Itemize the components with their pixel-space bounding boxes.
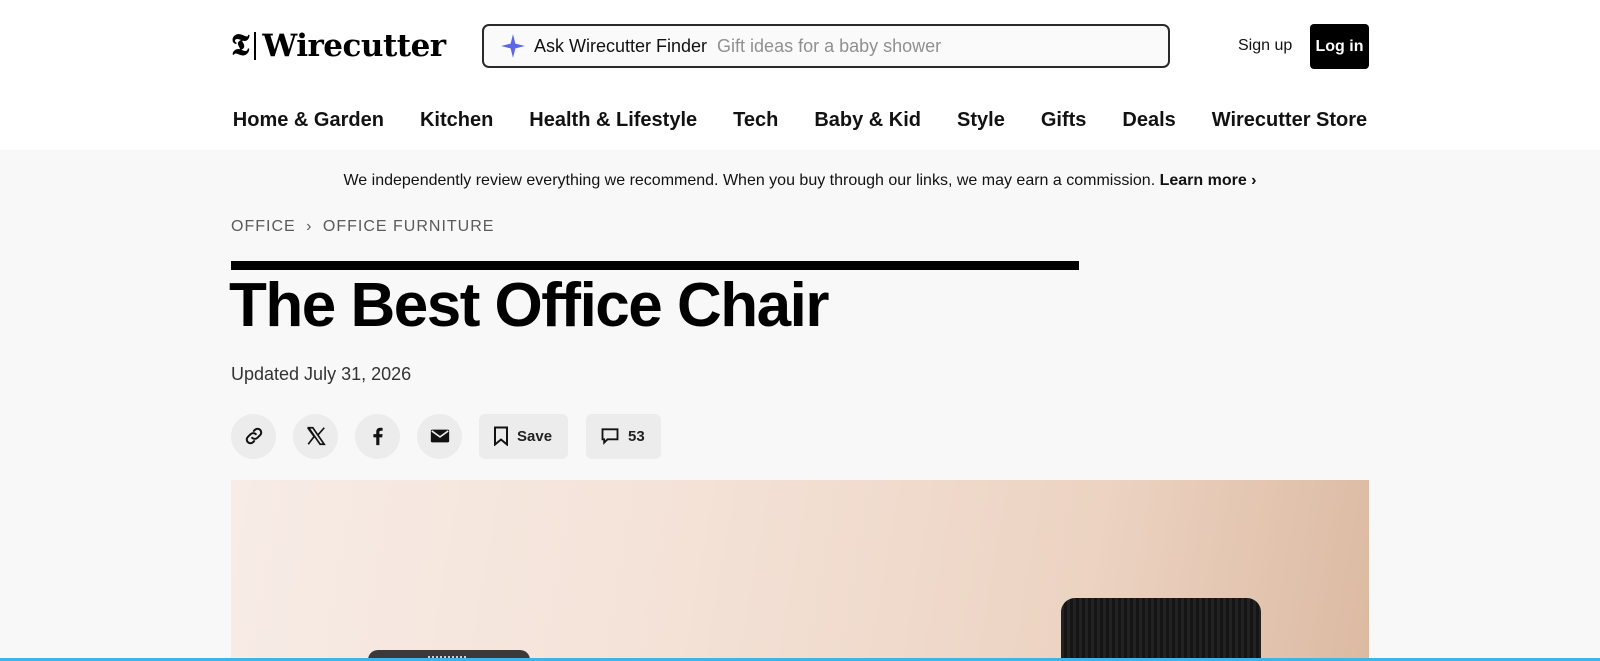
x-icon bbox=[306, 426, 326, 446]
search-box[interactable]: Ask Wirecutter Finder bbox=[482, 24, 1170, 68]
nav-item-wirecutter-store[interactable]: Wirecutter Store bbox=[1194, 100, 1385, 140]
share-facebook-button[interactable] bbox=[355, 413, 400, 459]
sparkle-icon bbox=[501, 34, 525, 58]
main-nav: Home & Garden Kitchen Health & Lifestyle… bbox=[0, 100, 1600, 140]
sign-up-link[interactable]: Sign up bbox=[1238, 32, 1292, 60]
comment-icon bbox=[601, 428, 619, 445]
save-label: Save bbox=[517, 427, 553, 445]
nav-item-kitchen[interactable]: Kitchen bbox=[402, 100, 511, 140]
disclosure-text: We independently review everything we re… bbox=[343, 172, 1156, 189]
breadcrumb-office-furniture[interactable]: OFFICE FURNITURE bbox=[323, 218, 495, 235]
nav-item-baby-kid[interactable]: Baby & Kid bbox=[796, 100, 939, 140]
nav-item-style[interactable]: Style bbox=[939, 100, 1023, 140]
logo-divider bbox=[254, 32, 257, 60]
bookmark-icon bbox=[494, 426, 508, 446]
site-header: 𝕿 Wirecutter Ask Wirecutter Finder Sign … bbox=[0, 0, 1600, 150]
comments-button[interactable]: 53 bbox=[586, 413, 661, 459]
search-input[interactable] bbox=[717, 35, 1148, 57]
breadcrumb-separator: › bbox=[306, 218, 313, 235]
email-icon bbox=[430, 429, 449, 443]
page-title: The Best Office Chair bbox=[229, 271, 829, 340]
share-x-button[interactable] bbox=[293, 413, 338, 459]
logo-wordmark: Wirecutter bbox=[262, 28, 446, 64]
breadcrumb: OFFICE › OFFICE FURNITURE bbox=[231, 216, 494, 238]
nav-item-health-lifestyle[interactable]: Health & Lifestyle bbox=[511, 100, 715, 140]
copy-link-button[interactable] bbox=[231, 413, 276, 459]
affiliate-disclosure: We independently review everything we re… bbox=[0, 170, 1600, 192]
link-icon bbox=[245, 427, 262, 445]
log-in-button[interactable]: Log in bbox=[1310, 24, 1369, 69]
nav-item-deals[interactable]: Deals bbox=[1104, 100, 1193, 140]
learn-more-link[interactable]: Learn more › bbox=[1160, 172, 1257, 189]
wirecutter-logo[interactable]: 𝕿 Wirecutter bbox=[231, 26, 446, 66]
nav-item-tech[interactable]: Tech bbox=[715, 100, 796, 140]
nav-item-home-garden[interactable]: Home & Garden bbox=[215, 100, 402, 140]
share-toolbar: Save 53 bbox=[231, 413, 679, 459]
office-chair-right-image bbox=[1061, 598, 1261, 661]
breadcrumb-office[interactable]: OFFICE bbox=[231, 218, 296, 235]
nyt-t-logo-icon: 𝕿 bbox=[231, 28, 250, 63]
search-label: Ask Wirecutter Finder bbox=[534, 35, 708, 56]
title-rule bbox=[231, 261, 1079, 270]
comments-count: 53 bbox=[628, 427, 645, 445]
share-email-button[interactable] bbox=[417, 413, 462, 459]
save-button[interactable]: Save bbox=[479, 413, 569, 459]
hero-image bbox=[231, 480, 1369, 661]
updated-date: Updated July 31, 2026 bbox=[231, 364, 412, 384]
nav-item-gifts[interactable]: Gifts bbox=[1023, 100, 1105, 140]
facebook-icon bbox=[372, 427, 383, 446]
